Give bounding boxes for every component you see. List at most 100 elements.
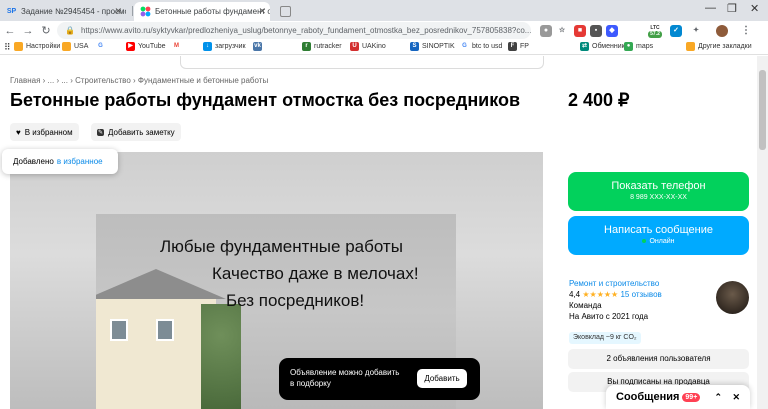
bookmark-label: FP	[520, 43, 529, 50]
add-note-label: Добавить заметку	[108, 127, 175, 137]
seller-info: Ремонт и строительство 4,4 ★★★★★ 15 отзы…	[569, 278, 662, 322]
online-label: Онлайн	[649, 238, 675, 245]
bookmark-label: maps	[636, 43, 654, 50]
bookmark-fp[interactable]: F FP	[508, 42, 529, 51]
tab-task[interactable]: SP Задание №2945454 - просмотр з ✕	[0, 2, 126, 21]
tooltip-link[interactable]: в избранное	[57, 157, 103, 166]
bookmark-uakino[interactable]: U UAKino	[350, 42, 386, 51]
extension-icon[interactable]: ✓	[670, 25, 682, 37]
youtube-icon: ▶	[126, 42, 135, 51]
reviews-link[interactable]: 15 отзывов	[620, 290, 661, 299]
eco-badge[interactable]: Эковклад ~9 кг CO₂	[569, 332, 641, 344]
url-text: https://www.avito.ru/syktyvkar/predlozhe…	[80, 26, 531, 35]
tab-separator	[132, 6, 133, 16]
bookmark-label: rutracker	[314, 43, 342, 50]
collection-toast: Объявление можно добавить в подборку Доб…	[279, 358, 480, 400]
bookmark-label: загрузчик	[215, 43, 246, 50]
photo-text-line-2: Качество даже в мелочах!	[212, 264, 419, 283]
address-bar[interactable]: 🔒 https://www.avito.ru/syktyvkar/predloz…	[57, 22, 531, 39]
seller-avatar[interactable]	[716, 281, 749, 314]
rating-stars-icon: ★★★★★	[582, 290, 619, 299]
chevron-up-icon[interactable]: ⌃	[714, 392, 722, 403]
toast-add-button[interactable]: Добавить	[417, 369, 467, 388]
bookmark-label: USA	[74, 43, 89, 50]
bookmark-btc[interactable]: Gbtc to usd	[460, 42, 502, 51]
seller-name[interactable]: Ремонт и строительство	[569, 278, 662, 289]
window-shape	[156, 319, 174, 341]
bookmark-other[interactable]: Другие закладки	[686, 42, 752, 51]
tab-blank[interactable]	[274, 2, 314, 21]
bookmarks-bar: ⠿ Настройки USA G ▶ YouTube M ↓ загрузчик …	[0, 40, 768, 55]
close-tab-icon[interactable]: ✕	[114, 6, 122, 17]
avito-favicon-icon	[140, 6, 151, 17]
breadcrumb[interactable]: Главная › ... › ... › Строительство › Фу…	[10, 76, 268, 85]
bookmark-sinoptik[interactable]: S SINOPTIK	[410, 42, 455, 51]
maximize-icon[interactable]: ❐	[727, 2, 737, 15]
tab-avito-label: Бетонные работы фундамент отм	[155, 7, 270, 16]
show-phone-button[interactable]: Показать телефон 8 989 XXX-XX-XX	[568, 172, 749, 211]
house-image	[96, 269, 226, 409]
bookmark-usa[interactable]: USA	[62, 42, 88, 51]
window-shape	[110, 319, 128, 341]
bookmark-gmail-icon[interactable]: M	[172, 42, 184, 51]
sinoptik-icon: S	[410, 42, 419, 51]
back-icon[interactable]: ←	[2, 25, 18, 37]
page-title: Бетонные работы фундамент отмостка без п…	[10, 90, 521, 110]
bookmark-rutracker[interactable]: r rutracker	[302, 42, 342, 51]
page-favicon-icon	[280, 6, 291, 17]
extension-icon[interactable]: ▪	[590, 25, 602, 37]
extension-icon[interactable]: ■	[574, 25, 586, 37]
bookmark-maps[interactable]: ● maps	[624, 42, 653, 51]
extension-icon[interactable]: ◆	[606, 25, 618, 37]
bookmark-settings[interactable]: Настройки	[14, 42, 60, 51]
add-note-button[interactable]: ✎ Добавить заметку	[91, 123, 181, 141]
bookmark-star-icon[interactable]: ☆	[556, 25, 568, 37]
sp-favicon-icon: SP	[6, 8, 17, 15]
write-message-button[interactable]: Написать сообщение Онлайн	[568, 216, 749, 255]
bookmark-label: btc to usd	[472, 43, 503, 50]
forward-icon[interactable]: →	[20, 25, 36, 37]
rutracker-icon: r	[302, 42, 311, 51]
apps-icon[interactable]: ⠿	[4, 42, 11, 53]
bookmark-label: Настройки	[26, 43, 61, 50]
bookmark-youtube[interactable]: ▶ YouTube	[126, 42, 166, 51]
profile-avatar-icon[interactable]	[716, 25, 728, 37]
bookmark-google-icon[interactable]: G	[96, 42, 108, 51]
toast-text: Объявление можно добавить в подборку	[290, 368, 400, 388]
extension-icon[interactable]: ●	[540, 25, 552, 37]
tab-avito[interactable]: Бетонные работы фундамент отм ✕	[134, 2, 270, 21]
scrollbar-thumb[interactable]	[759, 70, 766, 150]
user-ads-button[interactable]: 2 объявления пользователя	[568, 349, 749, 369]
gmail-icon: M	[172, 42, 181, 51]
favorite-label: В избранном	[24, 127, 73, 137]
reload-icon[interactable]: ↻	[38, 24, 54, 37]
online-dot-icon	[642, 239, 647, 244]
bookmark-loader[interactable]: ↓ загрузчик	[203, 42, 246, 51]
tab-task-label: Задание №2945454 - просмотр з	[21, 7, 126, 16]
fp-icon: F	[508, 42, 517, 51]
bookmark-label: SINOPTIK	[422, 43, 455, 50]
exchange-icon: ⇄	[580, 42, 589, 51]
bookmark-exchanger[interactable]: ⇄ Обменник	[580, 42, 625, 51]
folder-icon	[62, 42, 71, 51]
vk-icon: vk	[253, 42, 262, 51]
favorite-button[interactable]: ♥ В избранном	[10, 123, 79, 141]
price-badge[interactable]: 57.2	[648, 31, 662, 38]
bookmark-label: Обменник	[592, 43, 625, 50]
bookmark-vk-icon[interactable]: vk	[253, 42, 265, 51]
show-phone-label: Показать телефон	[611, 180, 706, 192]
photo-text-line-1: Любые фундаментные работы	[160, 237, 403, 256]
minimize-icon[interactable]: —	[705, 2, 716, 14]
price: 2 400 ₽	[568, 90, 630, 110]
header-search-edge	[180, 56, 544, 69]
google-icon: G	[460, 42, 469, 51]
menu-dots-icon[interactable]: ⋮	[740, 25, 752, 37]
puzzle-icon[interactable]: ✦	[690, 25, 702, 37]
close-tab-icon[interactable]: ✕	[258, 6, 266, 17]
close-window-icon[interactable]: ✕	[750, 2, 759, 15]
bookmark-label: Другие закладки	[698, 43, 752, 50]
download-icon: ↓	[203, 42, 212, 51]
favorite-tooltip: Добавлено в избранное	[2, 149, 118, 174]
messages-panel[interactable]: Сообщения 99+ ⌃ ✕	[606, 385, 750, 409]
close-icon[interactable]: ✕	[732, 392, 740, 403]
